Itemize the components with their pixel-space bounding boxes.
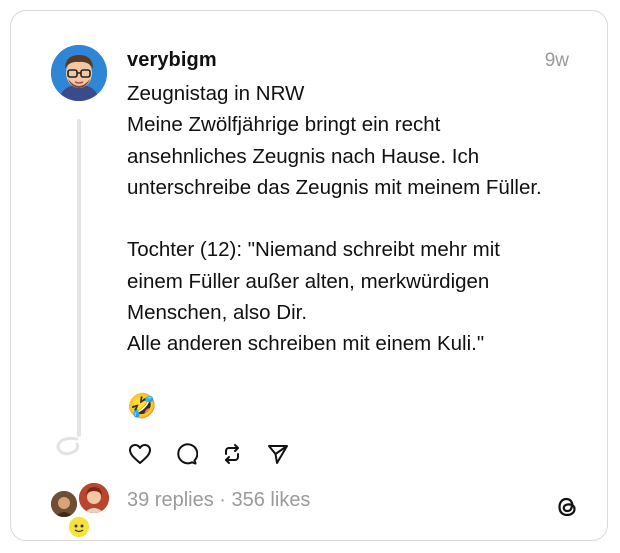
replier-avatars[interactable] [47,481,117,541]
username[interactable]: verybigm [127,49,217,72]
thread-line [77,119,81,437]
post-line: Meine Zwölfjährige bringt ein recht [127,113,441,137]
post-line: ansehnliches Zeugnis nach Hause. Ich [127,144,480,168]
post-line: unterschreibe das Zeugnis mit meinem Fül… [127,175,542,199]
post-line: Alle anderen schreiben mit einem Kuli." [127,332,485,356]
post-line: Tochter (12): "Niemand schreibt mehr mit [127,238,500,262]
post-line: einem Füller außer alten, merkwürdigen [127,269,490,293]
stats-separator: · [213,489,232,511]
replier-avatar [49,489,79,519]
post-card: verybigm 9w Zeugnistag in NRW Meine Zwöl… [10,10,608,541]
post-timestamp: 9w [544,50,569,71]
post-line: Menschen, also Dir. [127,301,308,325]
action-bar [127,441,311,467]
threads-logo-icon[interactable] [553,493,581,521]
send-icon[interactable] [265,441,291,467]
comment-icon[interactable] [173,441,199,467]
heart-icon[interactable] [127,441,153,467]
replies-count[interactable]: 39 replies [127,489,214,511]
post-stats: 39 replies · 356 likes [127,489,310,512]
repost-icon[interactable] [219,441,245,467]
user-avatar[interactable] [51,45,107,101]
replier-avatar [77,481,111,515]
post-body: Zeugnistag in NRW Meine Zwölfjährige bri… [127,78,597,360]
avatar-image [51,45,107,101]
post-emoji: 🤣 [127,393,157,420]
post-line: Zeugnistag in NRW [127,82,305,105]
likes-count[interactable]: 356 likes [232,489,311,511]
thread-loop-icon [56,436,80,456]
post-line-blank [127,203,597,234]
replier-avatar [67,515,91,539]
